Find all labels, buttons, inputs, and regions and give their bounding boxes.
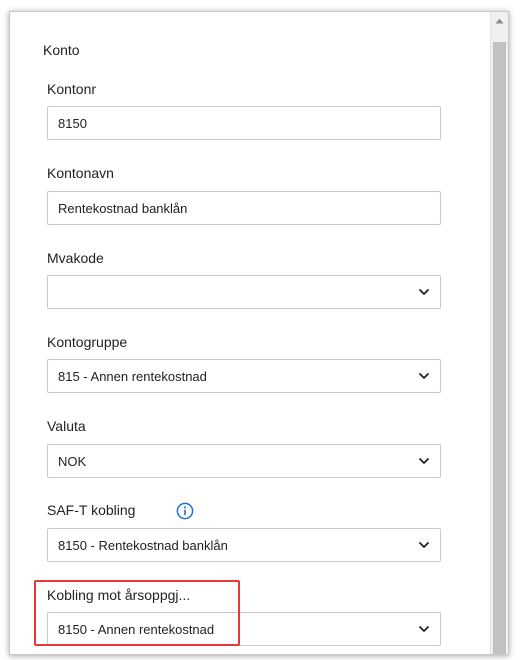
kontogruppe-value: 815 - Annen rentekostnad — [58, 368, 207, 384]
info-icon[interactable] — [176, 502, 194, 520]
account-form-panel: Konto Kontonr 8150 Kontonavn Rentekostna… — [9, 11, 509, 655]
saft-value: 8150 - Rentekostnad banklån — [58, 537, 228, 553]
saft-select[interactable]: 8150 - Rentekostnad banklån — [47, 528, 441, 562]
valuta-label: Valuta — [47, 418, 86, 434]
chevron-down-icon — [419, 289, 429, 295]
saft-label: SAF-T kobling — [47, 502, 136, 518]
kontogruppe-select[interactable]: 815 - Annen rentekostnad — [47, 359, 441, 393]
kontonavn-input[interactable]: Rentekostnad banklån — [47, 191, 441, 225]
valuta-select[interactable]: NOK — [47, 444, 441, 478]
kontonr-label: Kontonr — [47, 81, 97, 97]
kontogruppe-label: Kontogruppe — [47, 334, 128, 350]
scroll-thumb[interactable] — [493, 42, 506, 654]
chevron-down-icon — [419, 542, 429, 548]
kontonr-value: 8150 — [58, 115, 87, 131]
vertical-scrollbar[interactable] — [490, 12, 508, 654]
chevron-down-icon — [419, 373, 429, 379]
section-title: Konto — [43, 42, 80, 58]
kontonr-input[interactable]: 8150 — [47, 106, 441, 140]
chevron-down-icon — [419, 458, 429, 464]
valuta-value: NOK — [58, 453, 87, 469]
chevron-down-icon — [419, 626, 429, 632]
annotation-highlight-box — [34, 580, 240, 646]
mvakode-select[interactable] — [47, 275, 441, 309]
kontonavn-label: Kontonavn — [47, 165, 114, 181]
kontonavn-value: Rentekostnad banklån — [58, 200, 188, 216]
mvakode-label: Mvakode — [47, 250, 104, 266]
scroll-up-arrow-icon[interactable] — [491, 12, 508, 29]
